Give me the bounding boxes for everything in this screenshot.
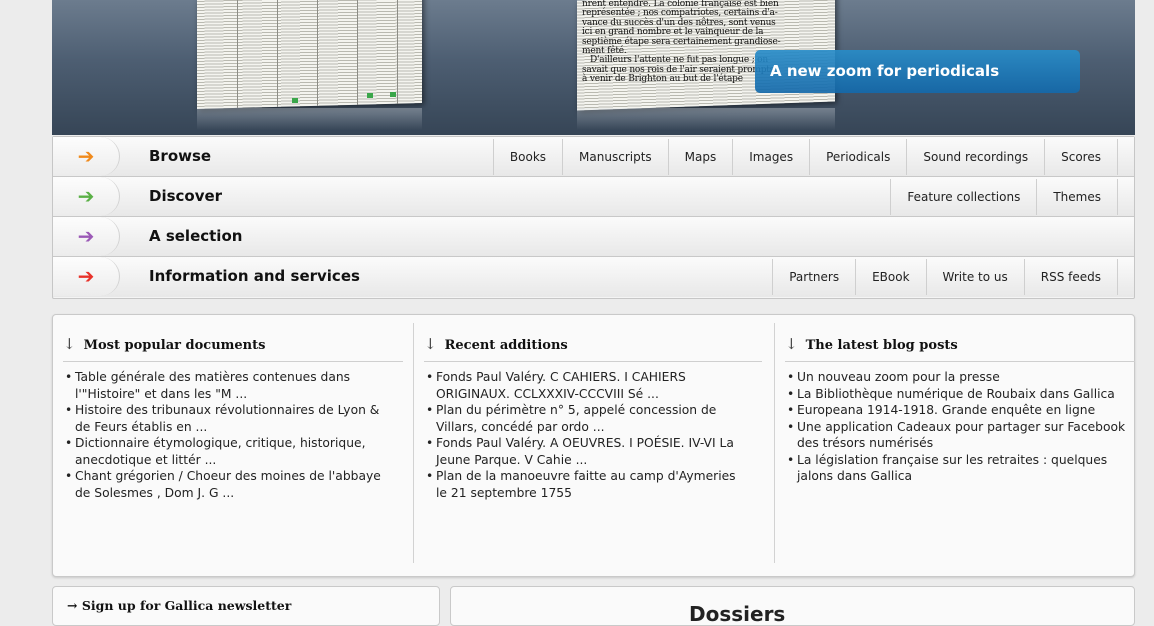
info-panel: ↓ Most popular documents Table générale d…: [52, 314, 1135, 577]
nav-row-browse: ➔ Browse Books Manuscripts Maps Images P…: [53, 137, 1134, 177]
recent-additions-heading: Recent additions: [444, 338, 568, 353]
list-item[interactable]: La législation française sur les retrait…: [787, 452, 1127, 485]
newsletter-link[interactable]: → Sign up for Gallica newsletter: [67, 598, 291, 613]
list-item[interactable]: Europeana 1914-1918. Grande enquête en l…: [787, 402, 1127, 419]
list-item[interactable]: Un nouveau zoom pour la presse: [787, 369, 1127, 386]
list-item[interactable]: La Bibliothèque numérique de Roubaix dan…: [787, 386, 1127, 403]
arrow-right-icon: ➔: [53, 177, 120, 216]
newspaper-image-left: [197, 0, 422, 109]
nav-link-rss-feeds[interactable]: RSS feeds: [1023, 259, 1118, 295]
arrow-right-icon: ➔: [53, 217, 120, 256]
nav-title-discover[interactable]: Discover: [149, 177, 222, 216]
nav-link-books[interactable]: Books: [492, 139, 562, 175]
nav-link-write-to-us[interactable]: Write to us: [925, 259, 1024, 295]
recent-additions-column: ↓ Recent additions Fonds Paul Valéry. C C…: [413, 323, 774, 563]
list-item[interactable]: Plan du périmètre n° 5, appelé concessio…: [426, 402, 736, 435]
dossiers-box: Dossiers: [450, 586, 1135, 626]
arrow-right-icon: ➔: [53, 137, 120, 176]
list-item[interactable]: Dictionnaire étymologique, critique, his…: [65, 435, 395, 468]
nav-link-ebook[interactable]: EBook: [855, 259, 925, 295]
arrow-down-icon: ↓: [424, 335, 437, 353]
divider: [785, 361, 1135, 362]
list-item[interactable]: Une application Cadeaux pour partager su…: [787, 419, 1127, 452]
newsletter-box: → Sign up for Gallica newsletter: [52, 586, 440, 626]
banner-caption[interactable]: A new zoom for periodicals: [755, 50, 1080, 93]
most-popular-list: Table générale des matières contenues da…: [65, 369, 395, 501]
nav-title-information[interactable]: Information and services: [149, 257, 360, 296]
nav-link-scores[interactable]: Scores: [1044, 139, 1118, 175]
arrow-down-icon: ↓: [785, 335, 798, 353]
dossiers-title: Dossiers: [689, 602, 786, 626]
divider: [424, 361, 762, 362]
nav-link-images[interactable]: Images: [732, 139, 809, 175]
newsletter-label: Sign up for Gallica newsletter: [81, 598, 292, 613]
most-popular-heading: Most popular documents: [83, 338, 266, 353]
nav-row-selection: ➔ A selection: [53, 217, 1134, 257]
list-item[interactable]: Plan de la manoeuvre faitte au camp d'Ay…: [426, 468, 736, 501]
nav-title-browse[interactable]: Browse: [149, 137, 211, 176]
nav-link-maps[interactable]: Maps: [667, 139, 733, 175]
nav-title-selection[interactable]: A selection: [149, 217, 242, 256]
list-item[interactable]: Histoire des tribunaux révolutionnaires …: [65, 402, 395, 435]
blog-posts-heading: The latest blog posts: [805, 338, 958, 353]
nav-link-sound-recordings[interactable]: Sound recordings: [906, 139, 1044, 175]
list-item[interactable]: Fonds Paul Valéry. C CAHIERS. I CAHIERS …: [426, 369, 736, 402]
nav-link-partners[interactable]: Partners: [772, 259, 855, 295]
recent-additions-list: Fonds Paul Valéry. C CAHIERS. I CAHIERS …: [426, 369, 736, 501]
divider: [63, 361, 403, 362]
arrow-right-icon: ➔: [53, 257, 120, 296]
list-item[interactable]: Fonds Paul Valéry. A OEUVRES. I POÉSIE. …: [426, 435, 736, 468]
nav-link-periodicals[interactable]: Periodicals: [809, 139, 906, 175]
nav-link-feature-collections[interactable]: Feature collections: [890, 179, 1036, 215]
list-item[interactable]: Table générale des matières contenues da…: [65, 369, 395, 402]
arrow-down-icon: ↓: [63, 335, 76, 353]
main-navigation: ➔ Browse Books Manuscripts Maps Images P…: [52, 136, 1135, 299]
list-item[interactable]: Chant grégorien / Choeur des moines de l…: [65, 468, 395, 501]
nav-link-manuscripts[interactable]: Manuscripts: [562, 139, 668, 175]
blog-posts-column: ↓ The latest blog posts Un nouveau zoom p…: [774, 323, 1135, 563]
banner[interactable]: nrent entendre. La colonie française est…: [52, 0, 1135, 135]
arrow-right-icon: →: [67, 598, 78, 613]
most-popular-column: ↓ Most popular documents Table générale d…: [53, 323, 413, 563]
nav-link-themes[interactable]: Themes: [1036, 179, 1118, 215]
nav-row-discover: ➔ Discover Feature collections Themes: [53, 177, 1134, 217]
blog-posts-list: Un nouveau zoom pour la presse La Biblio…: [787, 369, 1127, 485]
nav-row-information: ➔ Information and services Partners EBoo…: [53, 257, 1134, 297]
